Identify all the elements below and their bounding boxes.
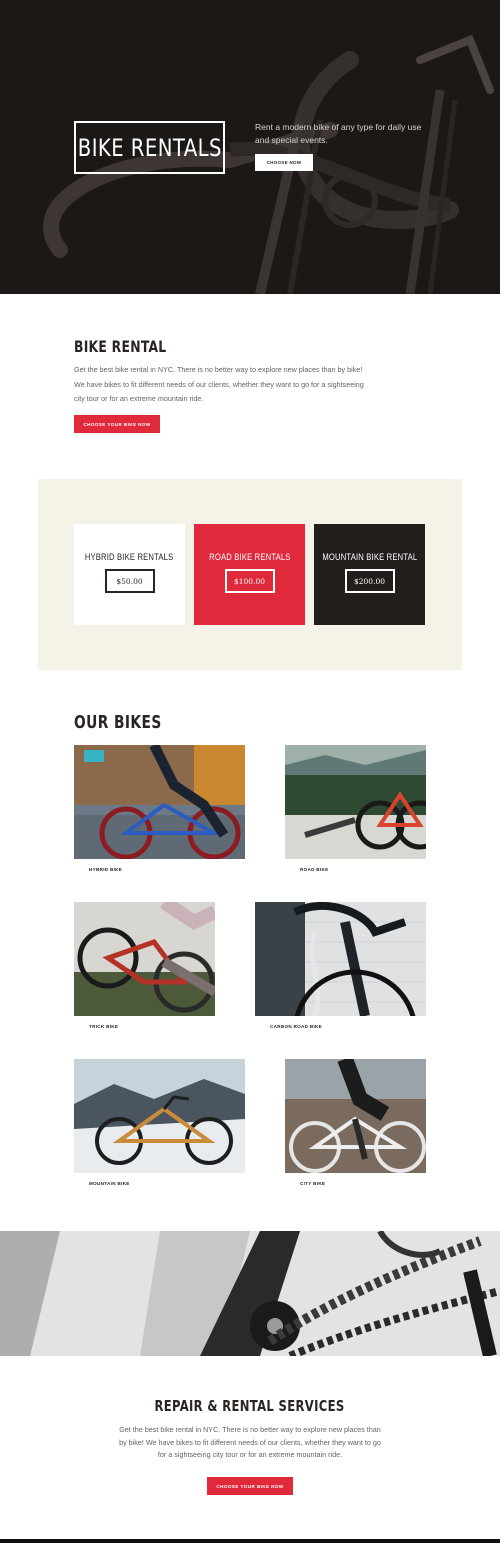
bike-label: TRICK BIKE [89,1024,119,1029]
hybrid-bike-image[interactable] [74,745,245,859]
pricing-card-mountain[interactable]: MOUNTAIN BIKE RENTAL $200.00 [314,524,425,625]
pricing-card-title: MOUNTAIN BIKE RENTAL [322,552,417,562]
bike-label: CARBON ROAD BIKE [270,1024,323,1029]
pricing-section: HYBRID BIKE RENTALS $50.00 ROAD BIKE REN… [38,479,462,670]
services-choose-bike-button[interactable]: CHOOSE YOUR BIKE NOW [207,1477,293,1495]
hero-title: BIKE RENTALS [77,133,222,162]
bike-label: ROAD BIKE [300,867,329,872]
pricing-card-hybrid[interactable]: HYBRID BIKE RENTALS $50.00 [74,524,185,625]
pricing-card-road[interactable]: ROAD BIKE RENTALS $100.00 [194,524,305,625]
hero-title-box: BIKE RENTALS [74,121,225,174]
bike-rental-heading: BIKE RENTAL [74,337,167,356]
pricing-card-price: $200.00 [344,569,395,593]
services-heading-text: REPAIR & RENTAL SERVICES [154,1397,346,1415]
carbon-road-bike-image[interactable] [255,902,426,1016]
city-bike-image[interactable] [285,1059,426,1173]
bike-label: CITY BIKE [300,1181,326,1186]
trick-bike-image[interactable] [74,902,215,1016]
choose-your-bike-button[interactable]: CHOOSE YOUR BIKE NOW [74,415,160,433]
bike-label: HYBRID BIKE [89,867,123,872]
footer-divider [0,1539,500,1543]
bike-rental-text: Get the best bike rental in NYC. There i… [74,365,364,403]
services-text: Get the best bike rental in NYC. There i… [119,1425,381,1459]
services-heading: REPAIR & RENTAL SERVICES [0,1397,500,1415]
pricing-card-price: $50.00 [104,569,155,593]
road-bike-image[interactable] [285,745,426,859]
pricing-card-title: ROAD BIKE RENTALS [208,552,291,562]
pricing-card-price: $100.00 [224,569,275,593]
bike-label: MOUNTAIN BIKE [89,1181,130,1186]
choose-now-button[interactable]: CHOOSE NOW [255,154,313,171]
pricing-card-title: HYBRID BIKE RENTALS [85,552,174,562]
hero-description: Rent a modern bike of any type for daily… [255,122,422,145]
hero-section: BIKE RENTALS Rent a modern bike of any t… [0,0,500,294]
our-bikes-heading: OUR BIKES [74,712,162,733]
bike-chain-banner-image [0,1231,500,1356]
mountain-bike-image[interactable] [74,1059,245,1173]
